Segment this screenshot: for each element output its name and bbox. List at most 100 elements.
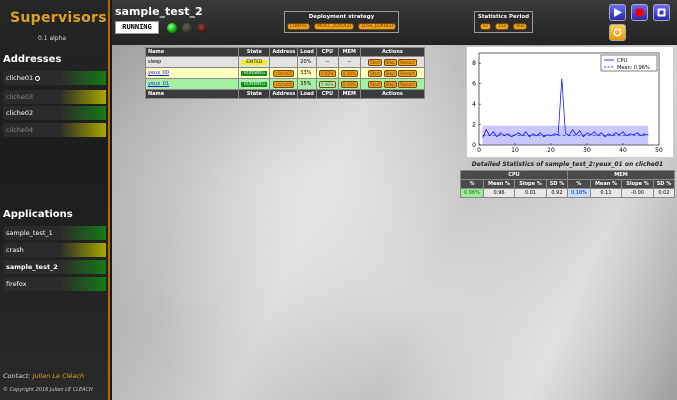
application-name: sample_test_2 xyxy=(115,5,203,18)
legend-mean-label: Mean: 0.96% xyxy=(617,65,650,71)
period-5s-button[interactable]: 5s xyxy=(479,23,491,30)
strategy-most-loaded-button[interactable]: MOST_LOADED xyxy=(314,23,355,30)
column-actions: Actions xyxy=(359,47,426,57)
process-table-header: Name State Address Load CPU MEM Actions xyxy=(144,47,426,57)
start-application-button[interactable] xyxy=(609,4,626,21)
process-table: Name State Address Load CPU MEM Actions … xyxy=(144,47,426,99)
stats-table: CPU MEM % Mean % Slope % SD % % Mean % S… xyxy=(460,170,676,198)
cpu-slope: 0.01 xyxy=(514,188,547,198)
application-item-firefox[interactable]: firefox xyxy=(3,277,106,291)
mem-heading: MEM xyxy=(566,170,676,180)
strategy-less-loaded-button[interactable]: LESS_LOADED xyxy=(358,23,397,30)
stop-process-button[interactable]: Stop xyxy=(383,69,397,77)
period-15s-button[interactable]: 15s xyxy=(495,23,510,30)
process-load: 33% xyxy=(297,67,317,79)
start-process-button[interactable]: Start xyxy=(368,80,382,88)
address-item-cliche02[interactable]: cliche02 xyxy=(3,106,106,120)
process-cpu-button[interactable]: 0.96% xyxy=(319,80,336,88)
restart-process-button[interactable]: Restart xyxy=(398,69,417,77)
stats-caption: Detailed Statistics of sample_test_2:yeu… xyxy=(471,161,664,168)
column-cpu: CPU xyxy=(315,47,339,57)
process-table-footer: Name State Address Load CPU MEM Actions xyxy=(144,89,426,99)
application-item-crash[interactable]: crash xyxy=(3,243,106,257)
cpu-mean: 0.96 xyxy=(482,188,516,198)
process-row: yeux_00 RUNNING cliche01 33% 0.62% 0.10%… xyxy=(144,67,426,79)
start-process-button[interactable]: Start xyxy=(368,69,382,77)
main-panel: sample_test_2 RUNNING Deployment strateg… xyxy=(112,0,677,400)
mem-col-sd: SD % xyxy=(652,179,676,189)
y-tick-label: 2 xyxy=(472,122,476,129)
stop-process-button[interactable]: Stop xyxy=(383,58,397,66)
mem-col-slope: Slope % xyxy=(621,179,654,189)
column-state: State xyxy=(238,47,271,57)
app-title: Supervisors xyxy=(10,10,107,26)
address-item-cliche01[interactable]: cliche01 xyxy=(3,71,106,85)
x-tick-label: 0 xyxy=(477,147,481,154)
cpu-percent[interactable]: 0.96% xyxy=(460,188,484,198)
application-label: firefox xyxy=(6,280,27,288)
x-tick-label: 20 xyxy=(547,147,555,154)
stop-icon xyxy=(635,8,644,17)
y-tick-label: 0 xyxy=(472,142,476,149)
start-process-button[interactable]: Start xyxy=(368,58,382,66)
cpu-chart-svg: 0 10 20 30 40 50 0 2 4 6 8 CPUMean: 0.96% xyxy=(472,52,663,154)
process-load: 20% xyxy=(297,56,317,68)
running-led-icon xyxy=(167,23,177,33)
x-tick-label: 10 xyxy=(511,147,519,154)
addresses-heading: Addresses xyxy=(3,54,62,65)
mem-col-percent: % xyxy=(566,179,591,189)
legend-cpu-label: CPU xyxy=(617,58,628,64)
process-name-link[interactable]: yeux_00 xyxy=(148,70,169,76)
column-address: Address xyxy=(269,89,299,99)
active-indicator-icon xyxy=(35,75,41,81)
address-item-cliche04[interactable]: cliche04 xyxy=(3,123,106,137)
stopped-led-icon xyxy=(197,23,207,33)
applications-heading: Applications xyxy=(3,209,73,220)
process-cpu-button[interactable]: 0.62% xyxy=(319,69,336,77)
strategy-config-button[interactable]: CONFIG xyxy=(286,23,311,30)
process-cpu: -- xyxy=(315,56,339,68)
address-item-cliche03[interactable]: cliche03 xyxy=(3,90,106,104)
process-name-link[interactable]: yeux_01 xyxy=(148,81,169,87)
y-tick-label: 6 xyxy=(472,81,476,88)
stop-application-button[interactable] xyxy=(631,4,648,21)
y-tick-label: 8 xyxy=(472,60,476,67)
process-address-button[interactable]: cliche01 xyxy=(273,69,295,77)
column-address: Address xyxy=(269,47,299,57)
refresh-icon xyxy=(613,28,622,37)
process-state: RUNNING xyxy=(241,81,268,87)
contact: Contact: Julien Le Cléach xyxy=(3,372,84,380)
cpu-col-sd: SD % xyxy=(545,179,568,189)
cpu-heading: CPU xyxy=(460,170,568,180)
address-label: cliche04 xyxy=(6,126,34,134)
restart-process-button[interactable]: Restart xyxy=(398,58,417,66)
application-label: crash xyxy=(6,246,24,254)
application-header: sample_test_2 RUNNING Deployment strateg… xyxy=(112,0,677,45)
stop-process-button[interactable]: Stop xyxy=(383,80,397,88)
contact-link[interactable]: Julien Le Cléach xyxy=(33,372,85,380)
mem-percent[interactable]: 0.10% xyxy=(566,188,591,198)
statistics-period-title: Statistics Period xyxy=(477,14,530,20)
column-cpu: CPU xyxy=(315,89,339,99)
application-item-sample_test_2[interactable]: sample_test_2 xyxy=(3,260,106,274)
app-version: 0.1 alpha xyxy=(38,35,67,42)
starting-led-icon xyxy=(182,23,192,33)
mem-sd: 0.02 xyxy=(652,188,676,198)
column-mem: MEM xyxy=(337,89,361,99)
address-label: cliche01 xyxy=(6,74,34,82)
period-60s-button[interactable]: 60s xyxy=(513,23,528,30)
restart-application-button[interactable] xyxy=(653,4,670,21)
process-mem-button[interactable]: 0.10% xyxy=(340,80,358,88)
application-item-sample_test_1[interactable]: sample_test_1 xyxy=(3,226,106,240)
restart-icon xyxy=(657,8,666,17)
column-name: Name xyxy=(144,89,240,99)
cpu-chart: 0 10 20 30 40 50 0 2 4 6 8 CPU Mean: 0.96% xyxy=(466,46,674,158)
statistics-period-box: Statistics Period 5s 15s 60s xyxy=(474,11,533,33)
mem-slope: -0.00 xyxy=(621,188,654,198)
process-address-button[interactable]: cliche01 xyxy=(273,80,295,88)
restart-process-button[interactable]: Restart xyxy=(398,80,417,88)
application-state: RUNNING xyxy=(115,21,159,34)
y-tick-label: 4 xyxy=(472,101,476,108)
refresh-button[interactable] xyxy=(609,24,626,41)
process-mem-button[interactable]: 0.10% xyxy=(340,69,358,77)
